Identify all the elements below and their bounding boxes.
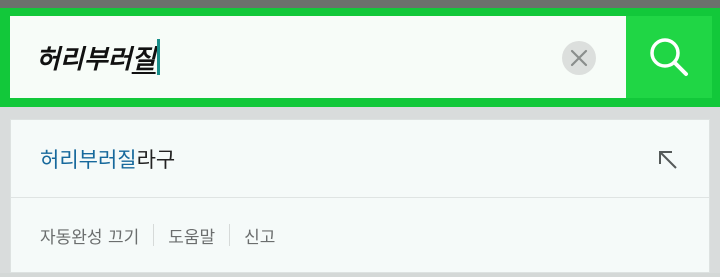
autocomplete-panel: 허리부러질라구 자동완성 끄기 도움말 신고 xyxy=(10,119,710,273)
suggestion-text: 허리부러질라구 xyxy=(40,144,175,174)
autocomplete-footer: 자동완성 끄기 도움말 신고 xyxy=(11,198,709,272)
search-input[interactable]: 허리부러질 xyxy=(10,16,626,98)
arrow-up-left-icon xyxy=(659,151,677,169)
text-caret xyxy=(156,39,160,75)
search-button[interactable] xyxy=(626,16,712,98)
divider xyxy=(153,224,155,246)
suggestion-match: 허리부러질 xyxy=(40,147,137,172)
suggestion-rest: 라구 xyxy=(136,147,176,172)
search-query: 허리부러질 xyxy=(36,39,156,76)
clear-button[interactable] xyxy=(562,41,596,75)
search-bar: 허리부러질 xyxy=(0,8,720,107)
fill-query-button[interactable] xyxy=(654,146,682,174)
divider xyxy=(229,224,231,246)
suggestion-item[interactable]: 허리부러질라구 xyxy=(11,120,709,198)
bottom-edge xyxy=(0,273,720,277)
autocomplete-off-link[interactable]: 자동완성 끄기 xyxy=(40,223,139,248)
close-icon xyxy=(570,49,588,67)
help-link[interactable]: 도움말 xyxy=(168,223,215,248)
report-link[interactable]: 신고 xyxy=(244,223,275,248)
search-icon xyxy=(650,38,688,76)
query-prefix: 허리부러 xyxy=(36,44,132,75)
query-composing-char: 질 xyxy=(131,44,156,75)
status-strip xyxy=(0,0,720,8)
